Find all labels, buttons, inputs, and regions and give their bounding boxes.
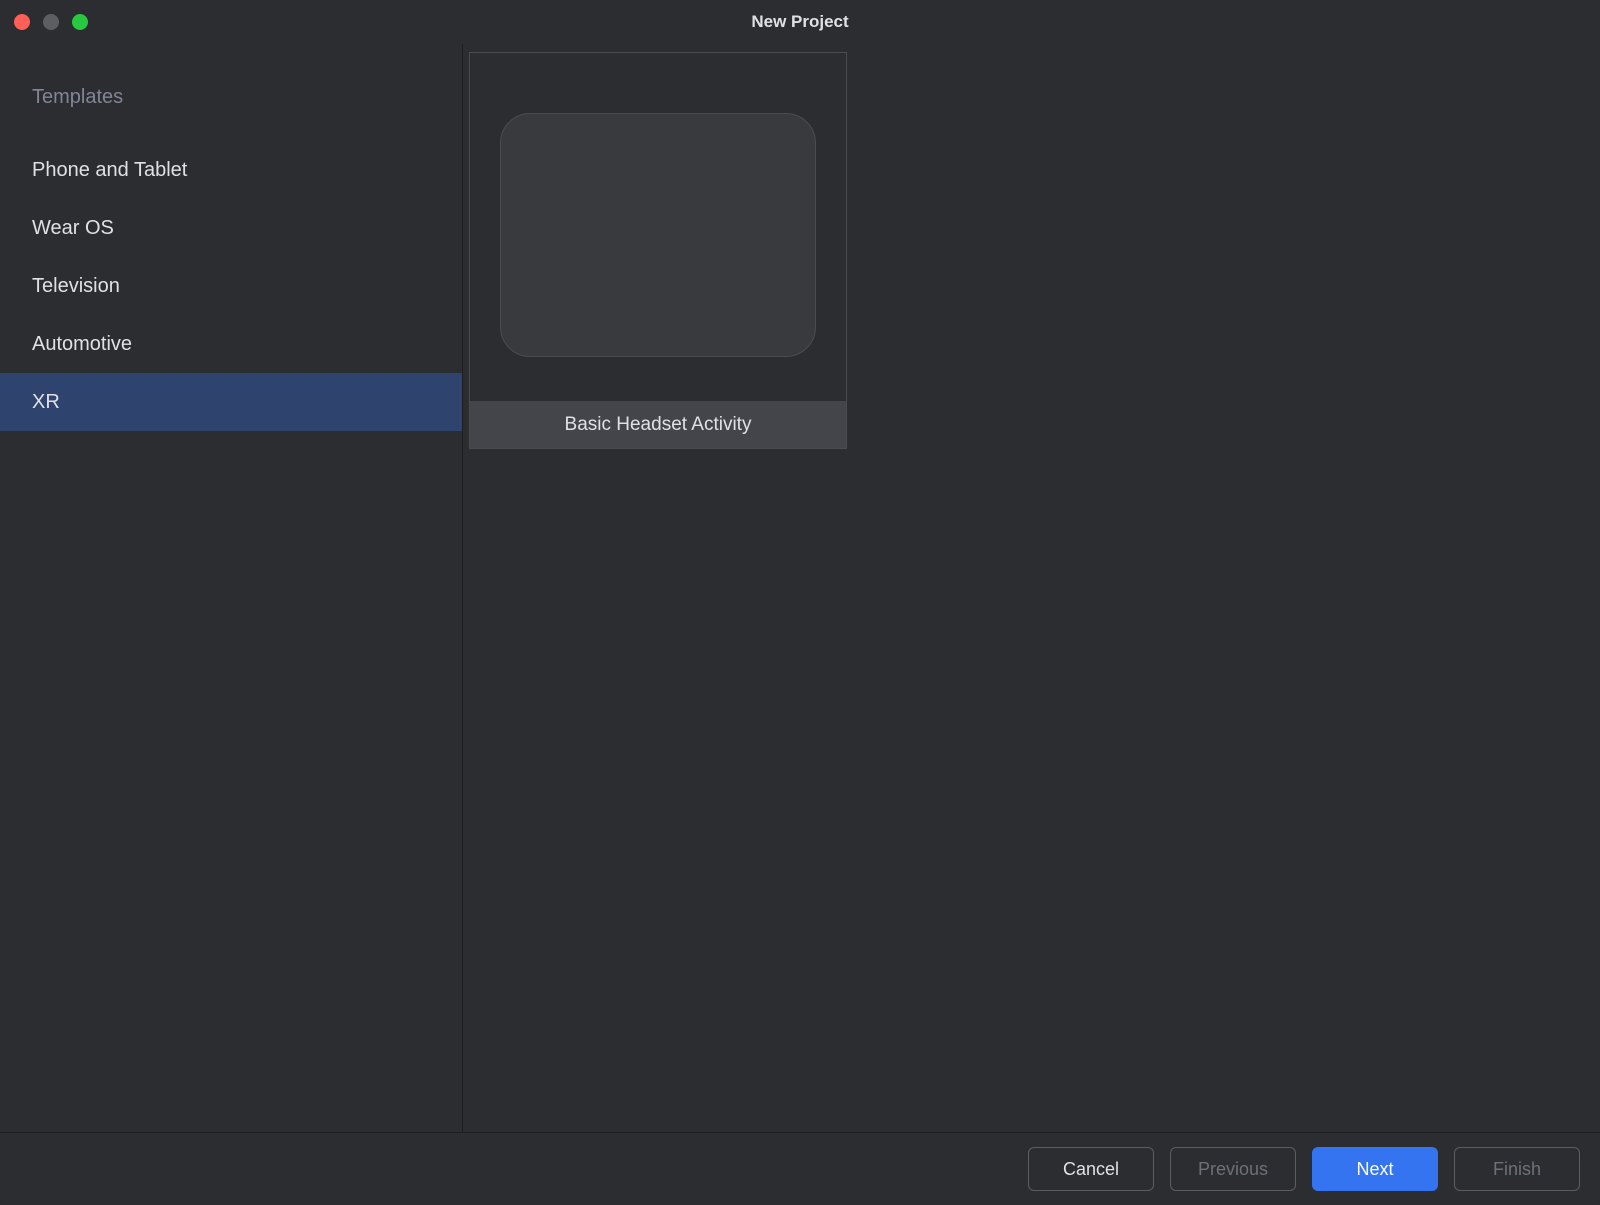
maximize-icon[interactable] [72, 14, 88, 30]
minimize-icon[interactable] [43, 14, 59, 30]
sidebar-items: Phone and Tablet Wear OS Television Auto… [0, 141, 462, 431]
cancel-button[interactable]: Cancel [1028, 1147, 1154, 1191]
next-button[interactable]: Next [1312, 1147, 1438, 1191]
template-card-basic-headset-activity[interactable]: Preview Basic Headset Activity [469, 52, 847, 449]
wizard-footer: Cancel Previous Next Finish [0, 1132, 1600, 1205]
sidebar-item-phone-tablet[interactable]: Phone and Tablet [0, 141, 462, 199]
sidebar-item-label: Television [32, 275, 120, 298]
titlebar: New Project [0, 0, 1600, 44]
template-grid: Preview Basic Headset Activity [463, 44, 1600, 1132]
sidebar-item-xr[interactable]: XR [0, 373, 462, 431]
template-preview: Preview [470, 53, 846, 401]
sidebar-item-television[interactable]: Television [0, 257, 462, 315]
sidebar-item-label: XR [32, 391, 60, 414]
sidebar-item-label: Phone and Tablet [32, 159, 187, 182]
sidebar-item-label: Wear OS [32, 217, 114, 240]
sidebar-item-automotive[interactable]: Automotive [0, 315, 462, 373]
window-title: New Project [751, 12, 848, 32]
template-title: Basic Headset Activity [470, 401, 846, 448]
body: Templates Phone and Tablet Wear OS Telev… [0, 44, 1600, 1132]
previous-button: Previous [1170, 1147, 1296, 1191]
sidebar: Templates Phone and Tablet Wear OS Telev… [0, 44, 463, 1132]
headset-screen-icon [500, 113, 816, 357]
new-project-window: New Project Templates Phone and Tablet W… [0, 0, 1600, 1205]
sidebar-item-wear-os[interactable]: Wear OS [0, 199, 462, 257]
sidebar-item-label: Automotive [32, 333, 132, 356]
finish-button: Finish [1454, 1147, 1580, 1191]
close-icon[interactable] [14, 14, 30, 30]
window-controls [14, 14, 88, 30]
sidebar-header: Templates [0, 86, 462, 141]
